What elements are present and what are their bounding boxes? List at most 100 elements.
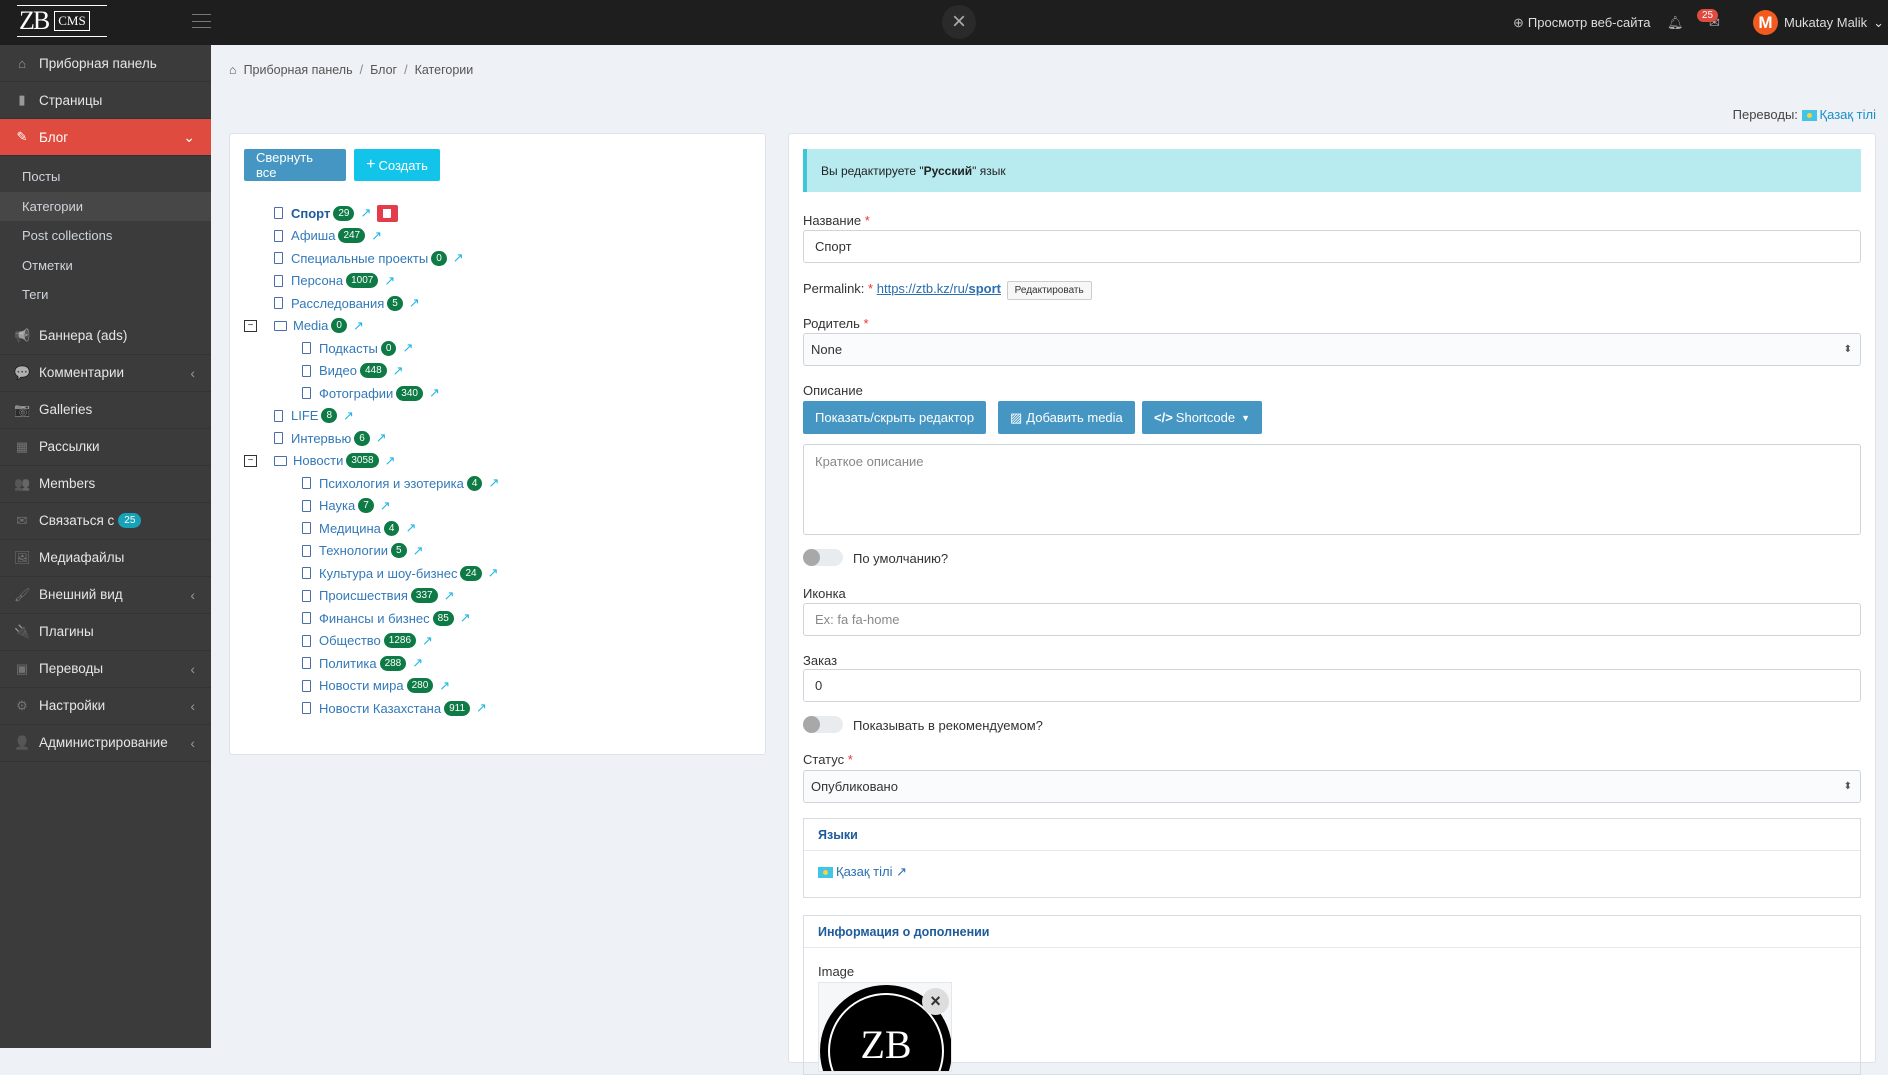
breadcrumb-dashboard[interactable]: Приборная панель [244,63,353,77]
toggle-editor-button[interactable]: Показать/скрыть редактор [803,401,987,434]
external-link-icon[interactable]: ↗ [353,318,364,334]
tree-node[interactable]: Медицина 4 ↗ [302,517,416,539]
sidebar-item[interactable]: 🖼 Медиафайлы [0,540,211,577]
remove-image-icon[interactable]: × [922,988,949,1015]
close-icon[interactable]: × [942,5,976,39]
default-toggle[interactable] [803,549,843,566]
translation-link-kk[interactable]: Қазақ тілі [1801,107,1876,122]
sidebar-item[interactable]: 🖌 Внешний вид ‹ [0,577,211,614]
external-link-icon[interactable]: ↗ [402,340,413,356]
sidebar-subitem[interactable]: Отметки [0,251,211,281]
sidebar-item[interactable]: ▣ Переводы ‹ [0,651,211,688]
external-link-icon[interactable]: ↗ [393,363,404,379]
sidebar-subitem[interactable]: Теги [0,280,211,310]
external-link-icon[interactable]: ↗ [460,610,471,626]
sidebar-subitem[interactable]: Посты [0,162,211,192]
tree-node[interactable]: Афиша 247 ↗ [274,225,382,247]
tree-node[interactable]: Спорт 29 ↗ [274,202,399,224]
external-link-icon[interactable]: ↗ [476,700,487,716]
bell-icon[interactable]: 🔔︎ [1667,0,1684,45]
external-link-icon[interactable]: ↗ [409,295,420,311]
external-link-icon[interactable]: ↗ [385,453,396,469]
file-icon [302,657,311,669]
tree-node[interactable]: Фотографии 340 ↗ [302,382,440,404]
parent-select[interactable]: None [803,333,1861,366]
external-link-icon[interactable]: ↗ [453,250,464,266]
external-link-icon[interactable]: ↗ [380,498,391,514]
description-textarea[interactable]: Краткое описание [803,444,1861,535]
icon-input[interactable]: Ex: fa fa-home [803,603,1861,636]
tree-node[interactable]: Media 0 ↗ [274,315,364,337]
external-link-icon[interactable]: ↗ [360,205,371,221]
tree-node[interactable]: Специальные проекты 0 ↗ [274,247,464,269]
external-link-icon[interactable]: ↗ [429,385,440,401]
featured-toggle[interactable] [803,716,843,733]
sidebar-item-blog[interactable]: ✎ Блог ⌄ [0,119,211,156]
tree-node[interactable]: Культура и шоу-бизнес 24 ↗ [302,562,498,584]
tree-node[interactable]: Психология и эзотерика 4 ↗ [302,472,499,494]
language-link-kk[interactable]: Қазақ тілі ↗ [804,851,1860,893]
sidebar-item-pages[interactable]: ▮ Страницы [0,82,211,119]
tree-node[interactable]: Расследования 5 ↗ [274,292,420,314]
tree-node[interactable]: Происшествия 337 ↗ [302,585,454,607]
sidebar-item[interactable]: 🔌 Плагины [0,614,211,651]
collapse-toggle[interactable]: − [244,319,257,332]
external-link-icon[interactable]: ↗ [412,655,423,671]
sidebar-item-dashboard[interactable]: ⌂ Приборная панель [0,45,211,82]
tree-node[interactable]: Политика 288 ↗ [302,652,423,674]
status-select[interactable]: Опубликовано [803,770,1861,803]
external-link-icon[interactable]: ↗ [405,520,416,536]
file-icon [274,409,283,422]
delete-icon[interactable] [377,204,399,222]
external-link-icon[interactable]: ↗ [384,273,395,289]
tree-node[interactable]: Общество 1286 ↗ [302,630,433,652]
external-link-icon[interactable]: ↗ [413,543,424,559]
collapse-toggle[interactable]: − [244,454,257,467]
logo[interactable]: ZB CMS [17,5,107,37]
sidebar-item[interactable]: ✉ Связаться с 25 [0,503,211,540]
tree-node[interactable]: Новости Казахстана 911 ↗ [302,697,487,719]
tree-node[interactable]: Подкасты 0 ↗ [302,337,413,359]
envelope-icon[interactable]: ✉ [1709,0,1720,45]
collapse-all-button[interactable]: Свернуть все [244,149,346,181]
tree-node[interactable]: Технологии 5 ↗ [302,540,423,562]
sidebar-item[interactable]: 📢 Баннера (ads) [0,318,211,355]
sidebar-item[interactable]: ⚙ Настройки ‹ [0,688,211,725]
tree-node[interactable]: Интервью 6 ↗ [274,427,387,449]
external-link-icon[interactable]: ↗ [488,475,499,491]
permalink: Permalink: * https://ztb.kz/ru/sport Ред… [803,281,1092,300]
tree-node[interactable]: Новости мира 280 ↗ [302,675,450,697]
external-link-icon[interactable]: ↗ [439,678,450,694]
tree-node[interactable]: Наука 7 ↗ [302,495,391,517]
user-menu[interactable]: M Mukatay Malik ⌄ [1753,0,1884,45]
tree-node[interactable]: Видео 448 ↗ [302,360,404,382]
breadcrumb-blog[interactable]: Блог [370,63,397,77]
external-link-icon[interactable]: ↗ [488,565,499,581]
permalink-link[interactable]: https://ztb.kz/ru/sport [877,281,1001,296]
sidebar-item[interactable]: ▦ Рассылки [0,429,211,466]
tree-node[interactable]: Финансы и бизнес 85 ↗ [302,607,471,629]
tree-node[interactable]: LIFE 8 ↗ [274,405,354,427]
permalink-edit-button[interactable]: Редактировать [1006,281,1092,300]
sidebar-subitem[interactable]: Post collections [0,221,211,251]
name-input[interactable]: Спорт [803,230,1861,263]
view-site-link[interactable]: ⊕ Просмотр веб-сайта [1513,0,1651,45]
sidebar-item[interactable]: 📷 Galleries [0,392,211,429]
tree-node[interactable]: Новости 3058 ↗ [274,450,395,472]
menu-toggle-icon[interactable] [192,14,211,28]
add-media-button[interactable]: ▨ Добавить media [998,401,1135,434]
tree-node[interactable]: Персона 1007 ↗ [274,270,395,292]
shortcode-button[interactable]: </> Shortcode ▼ [1142,401,1262,434]
sidebar-item[interactable]: 👥 Members [0,466,211,503]
create-button[interactable]: + Создать [354,149,440,181]
sidebar-item[interactable]: 👤 Администрирование ‹ [0,725,211,762]
external-link-icon[interactable]: ↗ [376,430,387,446]
external-link-icon[interactable]: ↗ [371,228,382,244]
image-preview[interactable]: ZB × [818,982,952,1072]
external-link-icon[interactable]: ↗ [422,633,433,649]
sidebar-subitem[interactable]: Категории [0,191,211,221]
external-link-icon[interactable]: ↗ [444,588,455,604]
sidebar-item[interactable]: 💬 Комментарии ‹ [0,355,211,392]
external-link-icon[interactable]: ↗ [343,408,354,424]
order-input[interactable]: 0 [803,669,1861,702]
